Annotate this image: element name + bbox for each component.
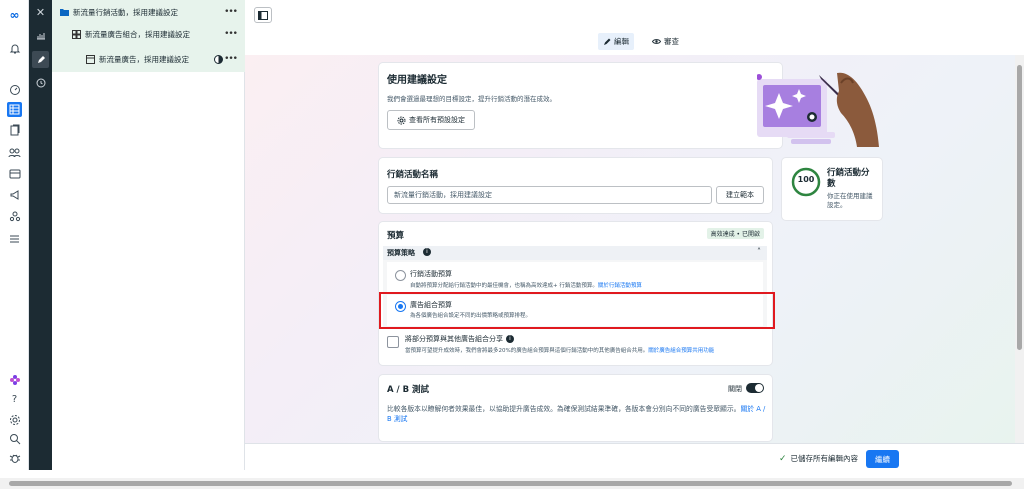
recommended-illustration [757,72,879,147]
chevron-up-icon[interactable]: ˄ [757,247,761,256]
score-desc: 你正在使用建議設定。 [827,192,873,209]
share-budget-title: 將部分預算與其他廣告組合分享 [405,335,503,343]
ab-test-card: A / B 測試 關閉 比較各版本以瞭解何者效果最佳，以協助提升廣告成效。為確保… [379,375,772,441]
eye-icon [652,39,661,44]
budget-strategy-header[interactable]: 預算策略 i ˄ [383,246,767,260]
edit-pencil-icon[interactable] [32,51,49,68]
option-campaign-budget[interactable]: 行銷活動預算 自動將預算分配給行銷活動中的最佳機會，也稱為高效達成+ 行銷活動預… [387,262,763,293]
tab-review[interactable]: 審查 [647,33,684,50]
ab-test-toggle-label: 關閉 [728,385,742,393]
info-icon[interactable]: i [506,335,514,343]
gauge-icon[interactable] [7,82,22,97]
toggle-panel-button[interactable] [254,7,272,23]
editor-top-bar: 編輯 審查 [245,0,1024,55]
saved-status: ✓ 已儲存所有編輯內容 [779,453,858,464]
tree-item-label: 新流量廣告，採用建議設定 [99,54,189,64]
audience-icon[interactable] [7,208,22,223]
editor-canvas: 使用建議設定 我們會選過最理想的目標設定，提升行銷活動的潛在成效。 查看所有預設… [245,55,1024,443]
tree-item-campaign[interactable]: 新流量行銷活動，採用建議設定 ••• [52,0,245,24]
campaign-name-input[interactable]: 新流量行銷活動，採用建議設定 [387,186,712,204]
score-title: 行銷活動分數 [827,168,870,189]
chart-icon[interactable] [32,27,49,44]
sidebar-toggle-icon [258,10,268,20]
status-half-icon [214,54,223,64]
share-budget-checkbox[interactable] [387,336,399,348]
advantage-badge: 高效達成 • 已開啟 [706,228,764,239]
meta-logo-icon[interactable]: ∞ [6,7,23,22]
left-icon-rail: ∞ ? [0,0,29,470]
card-icon[interactable] [7,166,22,181]
search-icon[interactable] [7,431,22,446]
option-campaign-budget-desc-text: 自動將預算分配給行銷活動中的最佳機會，也稱為高效達成+ 行銷活動預算。 [410,283,598,289]
people-icon[interactable] [7,145,22,160]
vertical-scrollbar[interactable] [1015,55,1024,443]
score-value: 100 [797,175,815,184]
grid-icon [72,29,81,39]
tab-review-label: 審查 [664,37,679,46]
view-default-settings-label: 查看所有預設設定 [409,116,465,124]
pencil-icon [604,38,611,45]
budget-title: 預算 [387,231,405,241]
horizontal-scrollbar[interactable] [0,478,1024,489]
check-icon: ✓ [779,453,787,464]
folder-icon [60,9,69,16]
continue-button[interactable]: 繼續 [866,450,899,468]
advantage-badge-label: 高效達成 • 已開啟 [710,231,760,238]
bell-icon[interactable] [7,41,22,56]
ad-icon [86,54,95,64]
recommended-desc: 我們會選過最理想的目標設定，提升行銷活動的潛在成效。 [387,95,556,103]
radio-campaign-budget[interactable] [395,270,406,281]
create-template-button[interactable]: 建立範本 [716,186,764,204]
tree-item-label: 新流量廣告組合，採用建議設定 [85,29,190,39]
ab-test-toggle[interactable] [746,383,764,393]
recommended-settings-card: 使用建議設定 我們會選過最理想的目標設定，提升行銷活動的潛在成效。 查看所有預設… [379,63,879,148]
tab-edit[interactable]: 編輯 [598,33,634,50]
settings-icon[interactable] [7,412,22,427]
gear-icon [397,116,406,124]
more-options-icon[interactable]: ••• [224,7,238,17]
tree-item-label: 新流量行銷活動，採用建議設定 [73,7,178,17]
more-options-icon[interactable]: ••• [224,29,238,39]
campaign-name-card: 行銷活動名稱 新流量行銷活動，採用建議設定 建立範本 [379,158,772,213]
saved-status-label: 已儲存所有編輯內容 [790,454,859,463]
close-icon[interactable]: ✕ [32,4,49,21]
info-icon[interactable]: i [423,248,431,256]
create-template-label: 建立範本 [726,191,754,199]
ab-test-desc-text: 比較各版本以瞭解何者效果最佳，以協助提升廣告成效。為確保測試結果準確，各版本會分… [387,405,741,413]
ab-test-title: A / B 測試 [387,385,430,395]
highlight-box [379,292,775,329]
flower-icon[interactable] [7,372,22,387]
campaign-name-value: 新流量行銷活動，採用建議設定 [394,191,492,199]
option-campaign-budget-desc: 自動將預算分配給行銷活動中的最佳機會，也稱為高效達成+ 行銷活動預算。關於行銷活… [410,281,642,289]
bug-icon[interactable] [7,450,22,465]
tree-item-ad[interactable]: 新流量廣告，採用建議設定 ••• [52,46,245,72]
share-budget-desc-text: 當預算可望提升成效時，我們會將最多20%的廣告組合預算與這個行銷活動中的其他廣告… [405,348,649,354]
campaign-name-title: 行銷活動名稱 [387,170,439,180]
share-budget-link[interactable]: 關於廣告組合預算共用功能 [648,348,714,354]
help-icon[interactable]: ? [7,392,22,407]
campaign-budget-link[interactable]: 關於行銷活動預算 [598,283,642,289]
campaign-score-card: 100 行銷活動分數 你正在使用建議設定。 [782,158,882,220]
megaphone-icon[interactable] [7,187,22,202]
share-budget-title-row: 將部分預算與其他廣告組合分享 i [405,334,514,344]
vertical-scrollbar-thumb[interactable] [1017,65,1022,350]
continue-label: 繼續 [875,454,890,464]
table-icon[interactable] [7,102,22,117]
history-clock-icon[interactable] [32,74,49,91]
more-options-icon[interactable]: ••• [224,54,238,64]
tree-item-adset[interactable]: 新流量廣告組合，採用建議設定 ••• [52,22,245,46]
view-default-settings-button[interactable]: 查看所有預設設定 [387,110,475,130]
pages-icon[interactable] [7,122,22,137]
ab-test-desc: 比較各版本以瞭解何者效果最佳，以協助提升廣告成效。為確保測試結果準確，各版本會分… [387,404,767,424]
editor-bottom-bar: ✓ 已儲存所有編輯內容 繼續 [245,443,1024,473]
level-nav-column: ✕ [29,0,52,470]
budget-strategy-label: 預算策略 [387,249,415,257]
menu-icon[interactable] [7,231,22,246]
recommended-title: 使用建議設定 [387,75,447,86]
horizontal-scrollbar-thumb[interactable] [9,481,1012,486]
option-campaign-budget-title: 行銷活動預算 [410,270,452,278]
tab-edit-label: 編輯 [614,37,629,46]
share-budget-desc: 當預算可望提升成效時，我們會將最多20%的廣告組合預算與這個行銷活動中的其他廣告… [405,346,714,354]
campaign-tree-panel: 新流量行銷活動，採用建議設定 ••• 新流量廣告組合，採用建議設定 ••• 新流… [52,0,245,470]
